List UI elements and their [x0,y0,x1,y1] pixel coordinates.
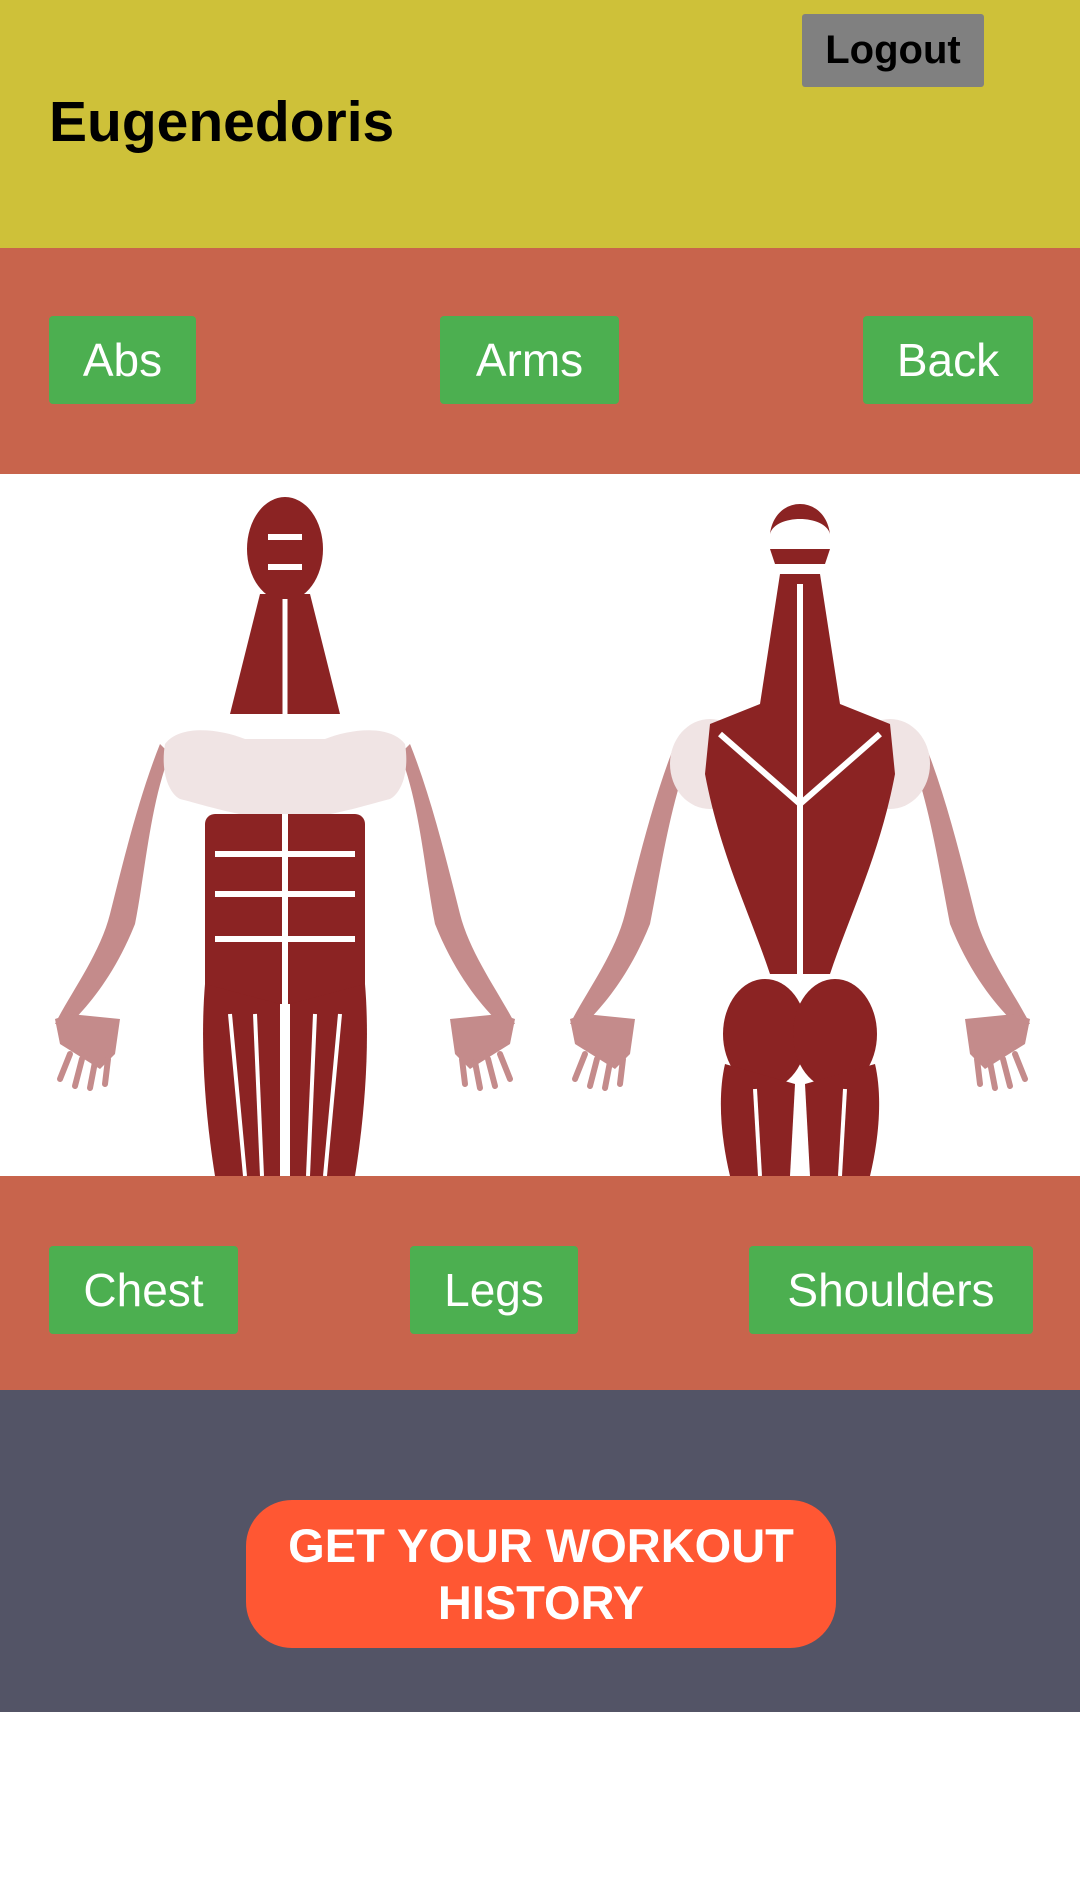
footer-panel: GET YOUR WORKOUT HISTORY [0,1390,1080,1712]
muscle-group-bar-bottom: Chest Legs Shoulders [0,1176,1080,1390]
muscle-map-illustration [55,497,1030,1176]
app-title: Eugenedoris [49,90,395,154]
logout-button[interactable]: Logout [802,14,984,87]
arms-button[interactable]: Arms [440,316,619,404]
abs-button[interactable]: Abs [49,316,196,404]
muscle-group-bar-top: Abs Arms Back [0,248,1080,474]
bottom-spacer [0,1712,1080,1877]
shoulders-button[interactable]: Shoulders [749,1246,1033,1334]
muscle-front-icon [55,497,515,1176]
chest-button[interactable]: Chest [49,1246,238,1334]
app-header: Eugenedoris Logout [0,0,1080,248]
workout-history-button[interactable]: GET YOUR WORKOUT HISTORY [246,1500,836,1648]
muscle-map [0,474,1080,1176]
back-button[interactable]: Back [863,316,1033,404]
legs-button[interactable]: Legs [410,1246,578,1334]
muscle-back-icon [570,504,1030,1176]
